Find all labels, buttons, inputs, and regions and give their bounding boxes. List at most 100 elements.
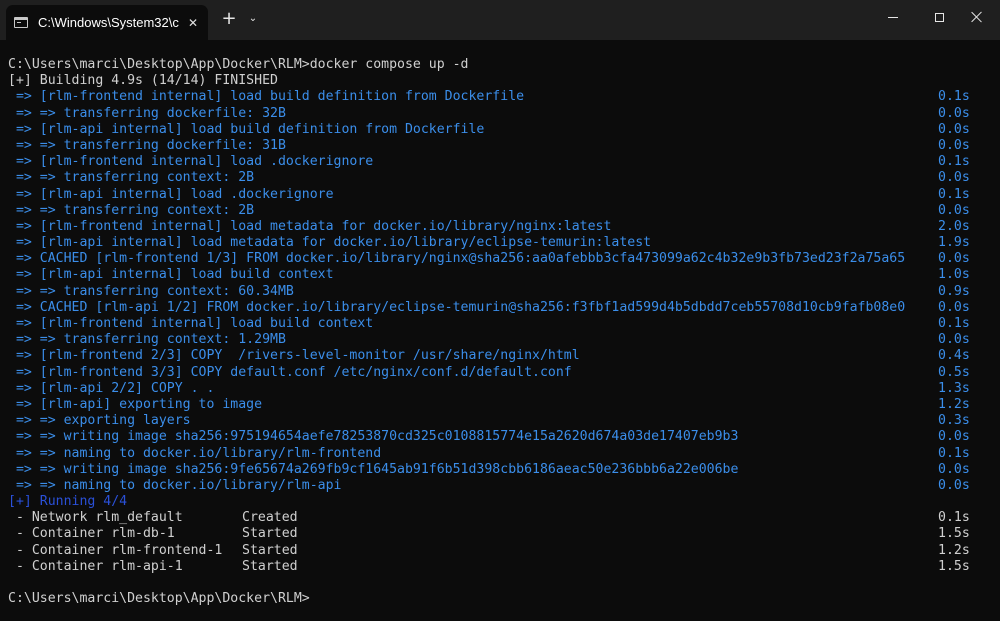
build-step-line: => [rlm-frontend internal] load metadata… [8, 219, 992, 235]
build-step-time: 0.0s [938, 121, 970, 137]
build-step-text: => [rlm-frontend internal] load build co… [8, 316, 374, 331]
terminal-icon [14, 17, 28, 28]
build-step-line: => => transferring context: 2B 0.0s [8, 203, 992, 219]
run-item-time: 0.1s [938, 510, 970, 526]
build-step-text: => CACHED [rlm-frontend 1/3] FROM docker… [8, 251, 906, 267]
run-item-status: Created [242, 510, 298, 526]
build-step-line: => => transferring dockerfile: 31B 0.0s [8, 138, 992, 154]
prompt-text: C:\Users\marci\Desktop\App\Docker\RLM> [8, 591, 310, 607]
build-step-text: => [rlm-api internal] load metadata for … [8, 235, 652, 251]
build-step-line: => [rlm-frontend internal] load .dockeri… [8, 154, 992, 170]
build-step-text: => => exporting layers [8, 413, 191, 429]
prompt-line-final: C:\Users\marci\Desktop\App\Docker\RLM> [8, 591, 992, 607]
build-step-text: => => transferring dockerfile: 31B [8, 137, 286, 153]
build-step-time: 0.0s [938, 251, 970, 267]
build-step-line: => [rlm-frontend 3/3] COPY default.conf … [8, 365, 992, 381]
running-line: [+] Running 4/4 [8, 494, 992, 510]
tab-cmd[interactable]: C:\Windows\System32\c ✕ [6, 5, 208, 40]
build-step-text: => => transferring context: 2B [8, 202, 255, 218]
build-step-time: 0.0s [938, 137, 970, 153]
terminal-window: C:\Windows\System32\c ✕ + ⌄ C:\Users\mar… [0, 0, 1000, 621]
build-step-time: 0.3s [938, 413, 970, 429]
tab-title: C:\Windows\System32\c [38, 15, 179, 30]
build-step-line: => => writing image sha256:975194654aefe… [8, 429, 992, 445]
build-step-time: 0.9s [938, 283, 970, 299]
build-step-time: 0.0s [938, 429, 970, 445]
build-step-line: => => naming to docker.io/library/rlm-fr… [8, 446, 992, 462]
build-step-text: => [rlm-api 2/2] COPY . . [8, 380, 215, 396]
build-steps: => [rlm-frontend internal] load build de… [8, 89, 992, 494]
build-step-time: 1.3s [938, 380, 970, 396]
run-item-time: 1.5s [938, 526, 970, 542]
build-step-line: => [rlm-api internal] load build context… [8, 267, 992, 283]
build-step-text: => => writing image sha256:9fe65674a269f… [8, 461, 739, 477]
build-step-time: 0.0s [938, 105, 970, 121]
build-step-line: => => naming to docker.io/library/rlm-ap… [8, 478, 992, 494]
build-step-text: => => transferring dockerfile: 32B [8, 105, 286, 121]
build-step-text: => => transferring context: 60.34MB [8, 283, 294, 299]
build-step-text: => CACHED [rlm-api 1/2] FROM docker.io/l… [8, 299, 906, 315]
build-step-time: 2.0s [938, 218, 970, 234]
build-step-line: => [rlm-api 2/2] COPY . . 1.3s [8, 381, 992, 397]
run-item-status: Started [242, 526, 298, 542]
build-step-line: => => exporting layers 0.3s [8, 413, 992, 429]
build-step-time: 0.1s [938, 154, 970, 170]
close-button[interactable] [954, 0, 1000, 34]
build-step-time: 0.0s [938, 332, 970, 348]
build-step-text: => [rlm-frontend internal] load build de… [8, 89, 525, 105]
build-step-time: 0.4s [938, 348, 970, 364]
build-step-text: => => writing image sha256:975194654aefe… [8, 429, 739, 445]
run-item-text: - Network rlm_default [8, 510, 183, 526]
build-step-line: => [rlm-frontend internal] load build co… [8, 316, 992, 332]
build-step-time: 0.1s [938, 316, 970, 331]
build-step-line: => [rlm-api internal] load .dockerignore… [8, 187, 992, 203]
build-step-text: => => transferring context: 1.29MB [8, 332, 286, 348]
build-step-time: 0.0s [938, 202, 970, 218]
build-step-line: => [rlm-api internal] load metadata for … [8, 235, 992, 251]
build-step-text: => [rlm-frontend internal] load metadata… [8, 218, 612, 234]
build-step-text: => [rlm-api internal] load build definit… [8, 121, 485, 137]
run-item-time: 1.2s [938, 542, 970, 558]
run-item-time: 1.5s [938, 558, 970, 574]
command-text: C:\Users\marci\Desktop\App\Docker\RLM>do… [8, 57, 469, 72]
new-tab-plus-icon[interactable]: + [219, 9, 239, 29]
build-step-time: 1.2s [938, 396, 970, 412]
run-item-status: Started [242, 542, 298, 558]
build-step-text: => [rlm-api] exporting to image [8, 396, 263, 412]
build-step-text: => => naming to docker.io/library/rlm-fr… [8, 445, 382, 461]
build-step-line: => [rlm-api internal] load build definit… [8, 122, 992, 138]
build-step-time: 0.1s [938, 445, 970, 461]
run-item-line: - Network rlm_default Created 0.1s [8, 510, 992, 526]
build-step-text: => [rlm-frontend 2/3] COPY /rivers-level… [8, 348, 580, 364]
build-step-text: => => naming to docker.io/library/rlm-ap… [8, 477, 342, 493]
build-step-line: => [rlm-api] exporting to image 1.2s [8, 397, 992, 413]
minimize-icon [888, 16, 898, 18]
build-step-line: => [rlm-frontend internal] load build de… [8, 89, 992, 105]
building-line: [+] Building 4.9s (14/14) FINISHED [8, 73, 992, 89]
build-step-text: => => transferring context: 2B [8, 170, 255, 186]
minimize-button[interactable] [870, 0, 916, 34]
run-item-status: Started [242, 558, 298, 574]
run-item-line: - Container rlm-frontend-1 Started 1.2s [8, 543, 992, 559]
run-item-line: - Container rlm-api-1 Started 1.5s [8, 559, 992, 575]
build-step-text: => [rlm-api internal] load .dockerignore [8, 186, 334, 202]
build-step-time: 0.0s [938, 477, 970, 493]
prompt-line: C:\Users\marci\Desktop\App\Docker\RLM>do… [8, 57, 992, 73]
build-step-line: => CACHED [rlm-api 1/2] FROM docker.io/l… [8, 300, 992, 316]
building-text: [+] Building 4.9s (14/14) FINISHED [8, 73, 278, 89]
build-step-time: 0.0s [938, 170, 970, 186]
build-step-line: => => writing image sha256:9fe65674a269f… [8, 462, 992, 478]
tab-close-icon[interactable]: ✕ [184, 16, 202, 30]
build-step-time: 0.1s [938, 89, 970, 105]
build-step-line: => [rlm-frontend 2/3] COPY /rivers-level… [8, 348, 992, 364]
title-bar: C:\Windows\System32\c ✕ + ⌄ [0, 0, 1000, 40]
build-step-time: 1.0s [938, 267, 970, 283]
tab-dropdown-chevron-icon[interactable]: ⌄ [246, 11, 260, 27]
run-item-text: - Container rlm-db-1 [8, 526, 175, 542]
terminal-output[interactable]: C:\Users\marci\Desktop\App\Docker\RLM>do… [8, 57, 992, 607]
run-items: - Network rlm_default Created 0.1s - Conta… [8, 510, 992, 575]
run-item-text: - Container rlm-api-1 [8, 558, 183, 574]
build-step-time: 0.0s [938, 299, 970, 315]
build-step-text: => [rlm-frontend internal] load .dockeri… [8, 154, 374, 170]
build-step-time: 1.9s [938, 235, 970, 251]
